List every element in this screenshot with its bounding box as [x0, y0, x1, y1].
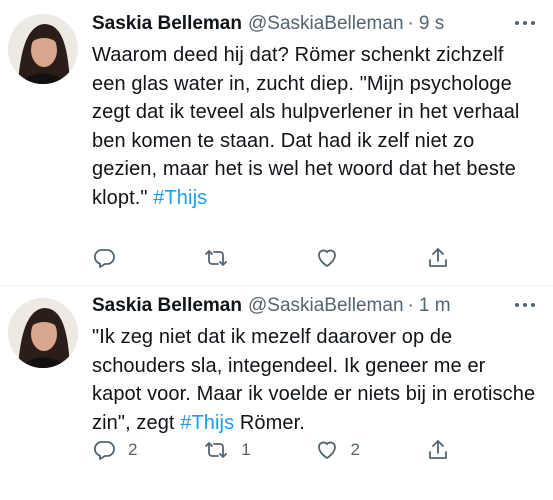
tweet-text: Waarom deed hij dat? Römer schenkt zichz… — [92, 41, 537, 212]
avatar[interactable] — [8, 14, 78, 84]
more-horizontal-icon[interactable] — [513, 296, 537, 314]
hashtag-link[interactable]: #Thijs — [153, 187, 207, 209]
tweet[interactable]: Saskia Belleman @SaskiaBelleman · 1 m "I… — [0, 286, 553, 500]
share-button[interactable] — [426, 246, 537, 270]
author-handle[interactable]: @SaskiaBelleman — [248, 11, 404, 37]
tweet-actions: 2 1 2 — [92, 438, 537, 462]
like-heart-icon — [315, 438, 339, 462]
reply-icon — [92, 438, 116, 462]
retweet-icon — [203, 246, 229, 270]
author-name[interactable]: Saskia Belleman — [92, 293, 242, 319]
like-count: 2 — [350, 440, 360, 459]
author-name[interactable]: Saskia Belleman — [92, 11, 242, 37]
hashtag-link[interactable]: #Thijs — [180, 412, 234, 434]
tweet-text-tail: Römer. — [234, 411, 305, 434]
like-heart-icon — [315, 246, 339, 270]
tweet-content: Saskia Belleman @SaskiaBelleman · 1 m "I… — [92, 292, 537, 460]
share-button[interactable] — [426, 438, 537, 462]
separator: · — [407, 13, 414, 34]
tweet-text: "Ik zeg niet dat ik mezelf daarover op d… — [92, 323, 537, 437]
reply-count: 2 — [128, 440, 138, 459]
tweet-text-body: Waarom deed hij dat? Römer schenkt zichz… — [92, 44, 526, 209]
reply-button[interactable] — [92, 246, 203, 270]
tweet-header: Saskia Belleman @SaskiaBelleman · 1 m — [92, 292, 537, 320]
like-button[interactable]: 2 — [315, 438, 426, 462]
separator: · — [407, 295, 414, 316]
tweet[interactable]: Saskia Belleman @SaskiaBelleman · 9 s Wa… — [0, 0, 553, 286]
tweet-actions — [92, 246, 537, 270]
reply-icon — [92, 246, 116, 270]
tweet-header: Saskia Belleman @SaskiaBelleman · 9 s — [92, 10, 537, 38]
share-icon — [426, 246, 450, 270]
timestamp[interactable]: 1 m — [419, 293, 451, 319]
retweet-button[interactable]: 1 — [203, 438, 314, 462]
more-horizontal-icon[interactable] — [513, 14, 537, 32]
like-button[interactable] — [315, 246, 426, 270]
timestamp[interactable]: 9 s — [419, 11, 444, 37]
retweet-button[interactable] — [203, 246, 314, 270]
retweet-icon — [203, 438, 229, 462]
author-handle[interactable]: @SaskiaBelleman — [248, 293, 404, 319]
retweet-count: 1 — [241, 440, 251, 459]
avatar[interactable] — [8, 298, 78, 368]
tweet-text-body: "Ik zeg niet dat ik mezelf daarover op d… — [92, 326, 541, 434]
reply-button[interactable]: 2 — [92, 438, 203, 462]
share-icon — [426, 438, 450, 462]
tweet-content: Saskia Belleman @SaskiaBelleman · 9 s Wa… — [92, 10, 537, 268]
